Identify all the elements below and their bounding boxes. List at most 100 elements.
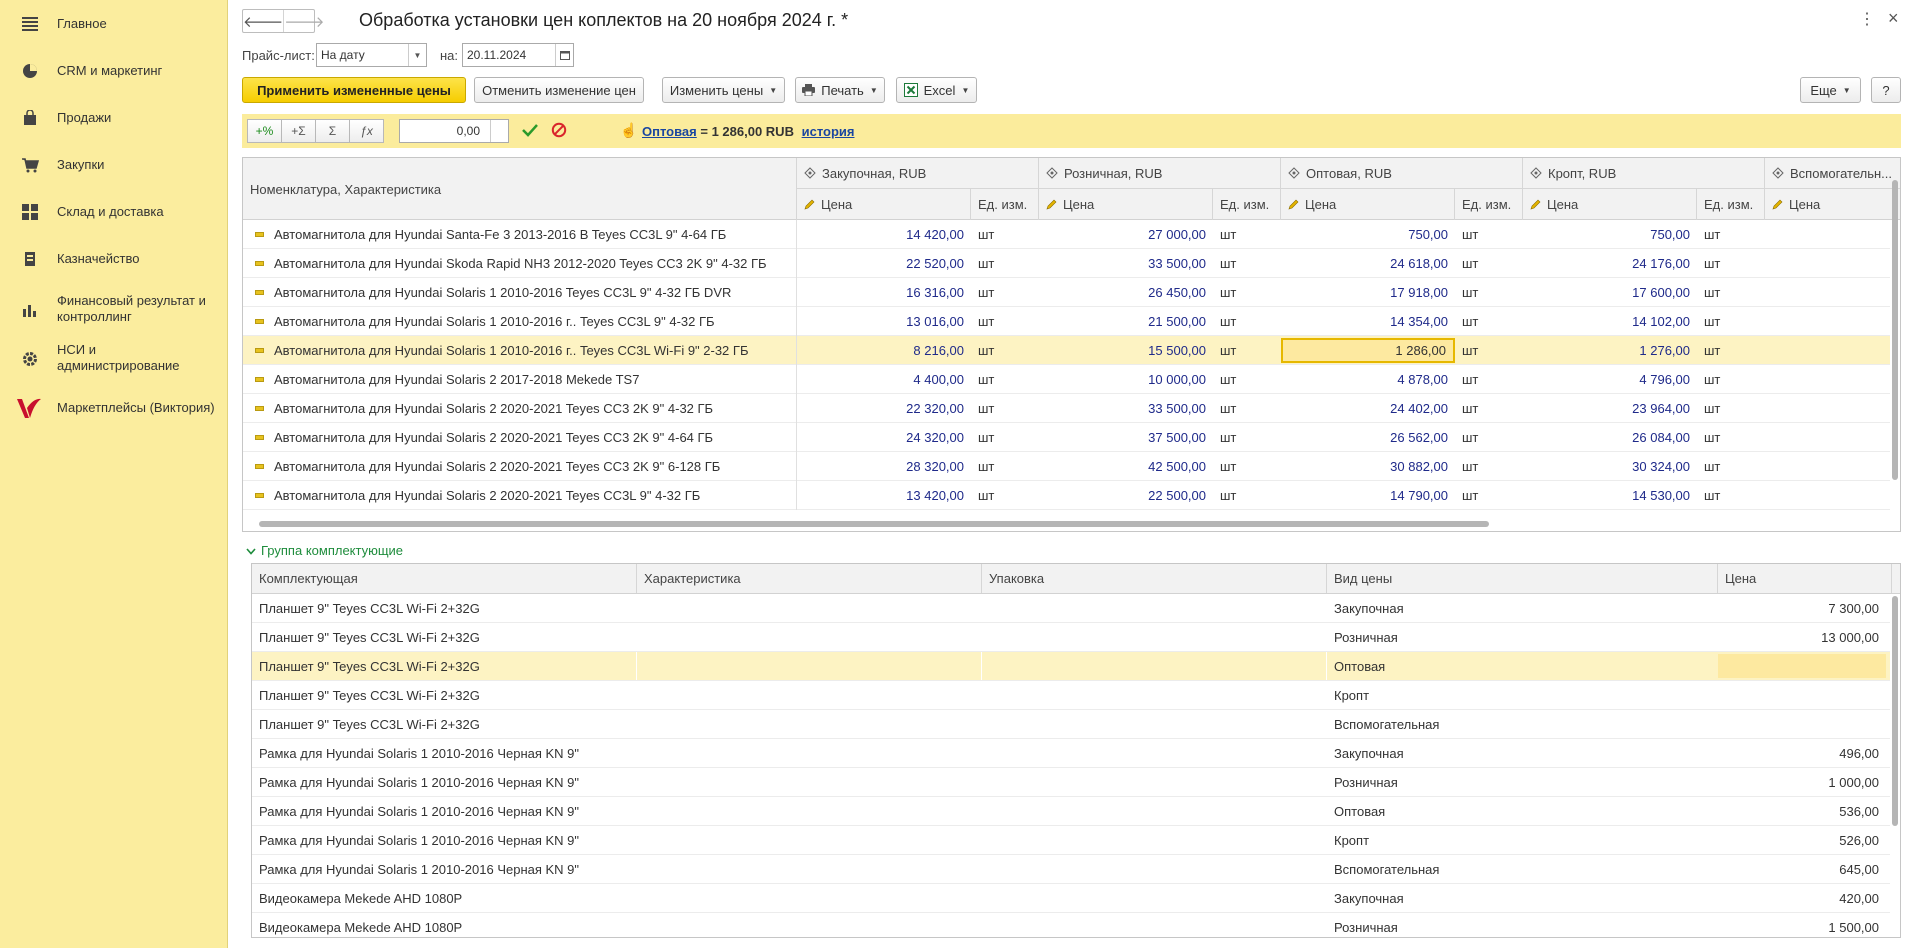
cell-price-type[interactable]: Кропт [1327,681,1718,709]
cell-packaging[interactable] [982,652,1327,680]
table-row[interactable]: Рамка для Hyundai Solaris 1 2010-2016 Че… [252,855,1890,884]
cell-packaging[interactable] [982,768,1327,796]
column-group-header[interactable]: Закупочная, RUB [797,158,1039,189]
cell-unit[interactable]: шт [1697,278,1765,307]
cell-unit[interactable]: шт [971,365,1039,394]
cell-price[interactable]: 30 324,00 [1523,452,1697,481]
cell-price-type[interactable]: Кропт [1327,826,1718,854]
cell-price-type[interactable]: Закупочная [1327,594,1718,622]
cell-packaging[interactable] [982,739,1327,767]
table-row[interactable]: Видеокамера Mekede AHD 1080P Закупочная 42… [252,884,1890,913]
cell-price-type[interactable]: Оптовая [1327,797,1718,825]
cell-price[interactable]: 42 500,00 [1039,452,1213,481]
change-prices-button[interactable]: Изменить цены ▼ [662,77,785,103]
cell-unit[interactable]: шт [971,394,1039,423]
column-header-price[interactable]: Цена [1523,189,1697,220]
column-header-price[interactable]: Цена [797,189,971,220]
cell-price-type[interactable]: Вспомогательная [1327,710,1718,738]
cell-characteristic[interactable] [637,623,982,651]
cell-unit[interactable]: шт [1455,278,1523,307]
cell-price-type[interactable]: Закупочная [1327,884,1718,912]
table-row[interactable]: Планшет 9" Teyes CC3L Wi-Fi 2+32G Оптовая [252,652,1890,681]
vertical-scrollbar[interactable] [1892,586,1899,936]
scrollbar-thumb[interactable] [1892,596,1898,826]
cell-price[interactable]: 33 500,00 [1039,249,1213,278]
print-button[interactable]: Печать ▼ [795,77,885,103]
cell-unit[interactable]: шт [1213,307,1281,336]
cell-price[interactable]: 14 420,00 [797,220,971,249]
table-row[interactable]: Планшет 9" Teyes CC3L Wi-Fi 2+32G Вспомог… [252,710,1890,739]
cell-price[interactable]: 22 520,00 [797,249,971,278]
chevron-down-icon[interactable]: ▼ [408,44,426,66]
sidebar-item-crm[interactable]: CRM и маркетинг [0,61,228,81]
cell-component[interactable]: Планшет 9" Teyes CC3L Wi-Fi 2+32G [252,594,637,622]
table-row[interactable]: Планшет 9" Teyes CC3L Wi-Fi 2+32G Розничн… [252,623,1890,652]
cell-price[interactable]: 16 316,00 [797,278,971,307]
cell-price[interactable]: 17 600,00 [1523,278,1697,307]
cell-price[interactable]: 1 [1765,336,1900,365]
cell-nomenclature[interactable]: Автомагнитола для Hyundai Solaris 1 2010… [243,278,797,307]
close-button[interactable]: × [1888,8,1899,29]
excel-button[interactable]: Excel ▼ [896,77,977,103]
column-header[interactable]: Комплектующая [252,564,637,593]
apply-changed-prices-button[interactable]: Применить измененные цены [242,77,466,103]
cell-price[interactable]: 1 286,00 [1281,338,1455,363]
cell-price[interactable]: 22 500,00 [1039,481,1213,510]
cell-price[interactable] [1718,681,1886,709]
sidebar-item-main[interactable]: Главное [0,14,228,34]
cell-packaging[interactable] [982,855,1327,883]
amount-field[interactable]: 0,00 [399,119,509,143]
cell-unit[interactable]: шт [1455,394,1523,423]
sidebar-item-sales[interactable]: Продажи [0,108,228,128]
cell-price[interactable]: 33 500,00 [1039,394,1213,423]
sidebar-item-purchases[interactable]: Закупки [0,155,228,175]
cell-packaging[interactable] [982,623,1327,651]
cell-price[interactable]: 496,00 [1718,739,1886,767]
cell-component[interactable]: Рамка для Hyundai Solaris 1 2010-2016 Че… [252,855,637,883]
column-header[interactable]: Цена [1718,564,1892,593]
cell-price[interactable]: 26 562,00 [1281,423,1455,452]
cell-unit[interactable]: шт [1697,423,1765,452]
column-header-price[interactable]: Цена [1765,189,1900,220]
cell-price[interactable]: 420,00 [1718,884,1886,912]
cell-unit[interactable]: шт [1213,249,1281,278]
cell-unit[interactable]: шт [1455,365,1523,394]
add-percent-button[interactable]: +% [247,119,282,143]
cell-price[interactable]: 29 [1765,394,1900,423]
back-button[interactable]: 🡐 [243,10,283,32]
cell-characteristic[interactable] [637,797,982,825]
cell-component[interactable]: Рамка для Hyundai Solaris 1 2010-2016 Че… [252,797,637,825]
cell-price[interactable]: 24 618,00 [1281,249,1455,278]
table-row[interactable]: Автомагнитола для Hyundai Santa-Fe 3 201… [243,220,1890,249]
cell-packaging[interactable] [982,884,1327,912]
cell-price[interactable]: 5 [1765,365,1900,394]
table-row[interactable]: Планшет 9" Teyes CC3L Wi-Fi 2+32G Закупоч… [252,594,1890,623]
cell-nomenclature[interactable]: Автомагнитола для Hyundai Solaris 2 2017… [243,365,797,394]
cell-price[interactable]: 24 176,00 [1523,249,1697,278]
cell-price[interactable]: 8 216,00 [797,336,971,365]
cell-component[interactable]: Планшет 9" Teyes CC3L Wi-Fi 2+32G [252,623,637,651]
table-row[interactable]: Автомагнитола для Hyundai Solaris 1 2010… [243,307,1890,336]
cell-price[interactable]: 7 300,00 [1718,594,1886,622]
cell-unit[interactable]: шт [1213,278,1281,307]
cell-price[interactable]: 26 450,00 [1039,278,1213,307]
cell-unit[interactable]: шт [1697,249,1765,278]
cell-price[interactable]: 24 402,00 [1281,394,1455,423]
cell-price[interactable]: 14 790,00 [1281,481,1455,510]
cell-price[interactable] [1718,654,1886,678]
cell-unit[interactable]: шт [1213,481,1281,510]
cell-price-type[interactable]: Вспомогательная [1327,855,1718,883]
cell-packaging[interactable] [982,797,1327,825]
cell-price[interactable]: 21 [1765,278,1900,307]
cell-nomenclature[interactable]: Автомагнитола для Hyundai Solaris 1 2010… [243,307,797,336]
cell-unit[interactable]: шт [1697,481,1765,510]
column-group-header[interactable]: Розничная, RUB [1039,158,1281,189]
table-row[interactable]: Автомагнитола для Hyundai Solaris 2 2020… [243,481,1890,510]
cell-component[interactable]: Видеокамера Mekede AHD 1080P [252,884,637,912]
table-row[interactable]: Автомагнитола для Hyundai Solaris 2 2020… [243,452,1890,481]
cancel-calc-button[interactable] [551,122,567,138]
sidebar-item-treasury[interactable]: Казначейство [0,249,228,269]
cell-unit[interactable]: шт [971,307,1039,336]
cell-nomenclature[interactable]: Автомагнитола для Hyundai Santa-Fe 3 201… [243,220,797,249]
cell-price-type[interactable]: Розничная [1327,623,1718,651]
